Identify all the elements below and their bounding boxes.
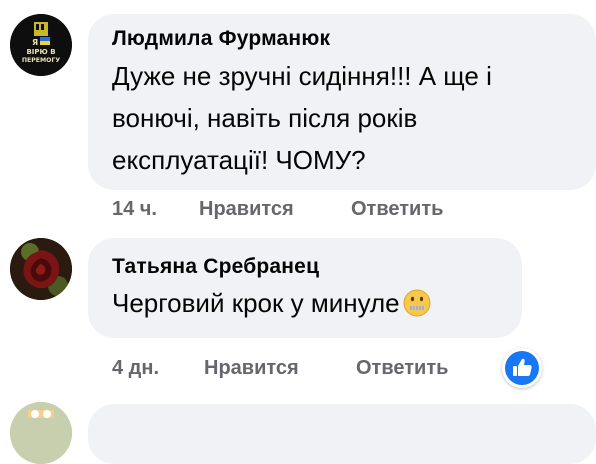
reply-link[interactable]: Ответить [356, 357, 448, 380]
like-link[interactable]: Нравится [204, 357, 356, 380]
comment-meta: 14 ч. Нравится Ответить [112, 198, 443, 221]
like-reaction-badge[interactable] [502, 348, 542, 388]
comment-text-line: експлуатації! ЧОМУ? [112, 145, 366, 175]
avatar-text-1: Я [32, 38, 38, 47]
like-link[interactable]: Нравится [199, 198, 351, 221]
avatar-text-2: ВІРЮ В [26, 48, 55, 56]
person-avatar-icon [10, 402, 72, 464]
rose-avatar-icon [10, 238, 72, 300]
comment-text-line: Дуже не зручні сидіння!!! А ще і [112, 61, 492, 91]
comment-author[interactable]: Людмила Фурманюк [112, 27, 330, 51]
avatar[interactable] [10, 402, 72, 464]
comment-timestamp[interactable]: 14 ч. [112, 198, 199, 221]
comment-text-line: Черговий крок у минуле [112, 283, 432, 323]
comment-text: Черговий крок у минуле [112, 288, 400, 318]
avatar-text-3: ПЕРЕМОГУ [22, 57, 61, 64]
comment-bubble [88, 404, 596, 464]
comment-text-line: вонючі, навіть після років [112, 103, 418, 133]
avatar[interactable] [10, 238, 72, 300]
comment-timestamp[interactable]: 4 дн. [112, 357, 204, 380]
avatar[interactable]: Я ВІРЮ В ПЕРЕМОГУ [10, 14, 72, 76]
thumbs-up-icon [505, 351, 539, 385]
comment-author[interactable]: Татьяна Сребранец [112, 255, 319, 279]
reply-link[interactable]: Ответить [351, 198, 443, 221]
avatar-logo-icon: Я ВІРЮ В ПЕРЕМОГУ [10, 14, 72, 76]
comment-meta: 4 дн. Нравится Ответить [112, 357, 448, 380]
zipper-mouth-emoji-icon [402, 288, 432, 318]
